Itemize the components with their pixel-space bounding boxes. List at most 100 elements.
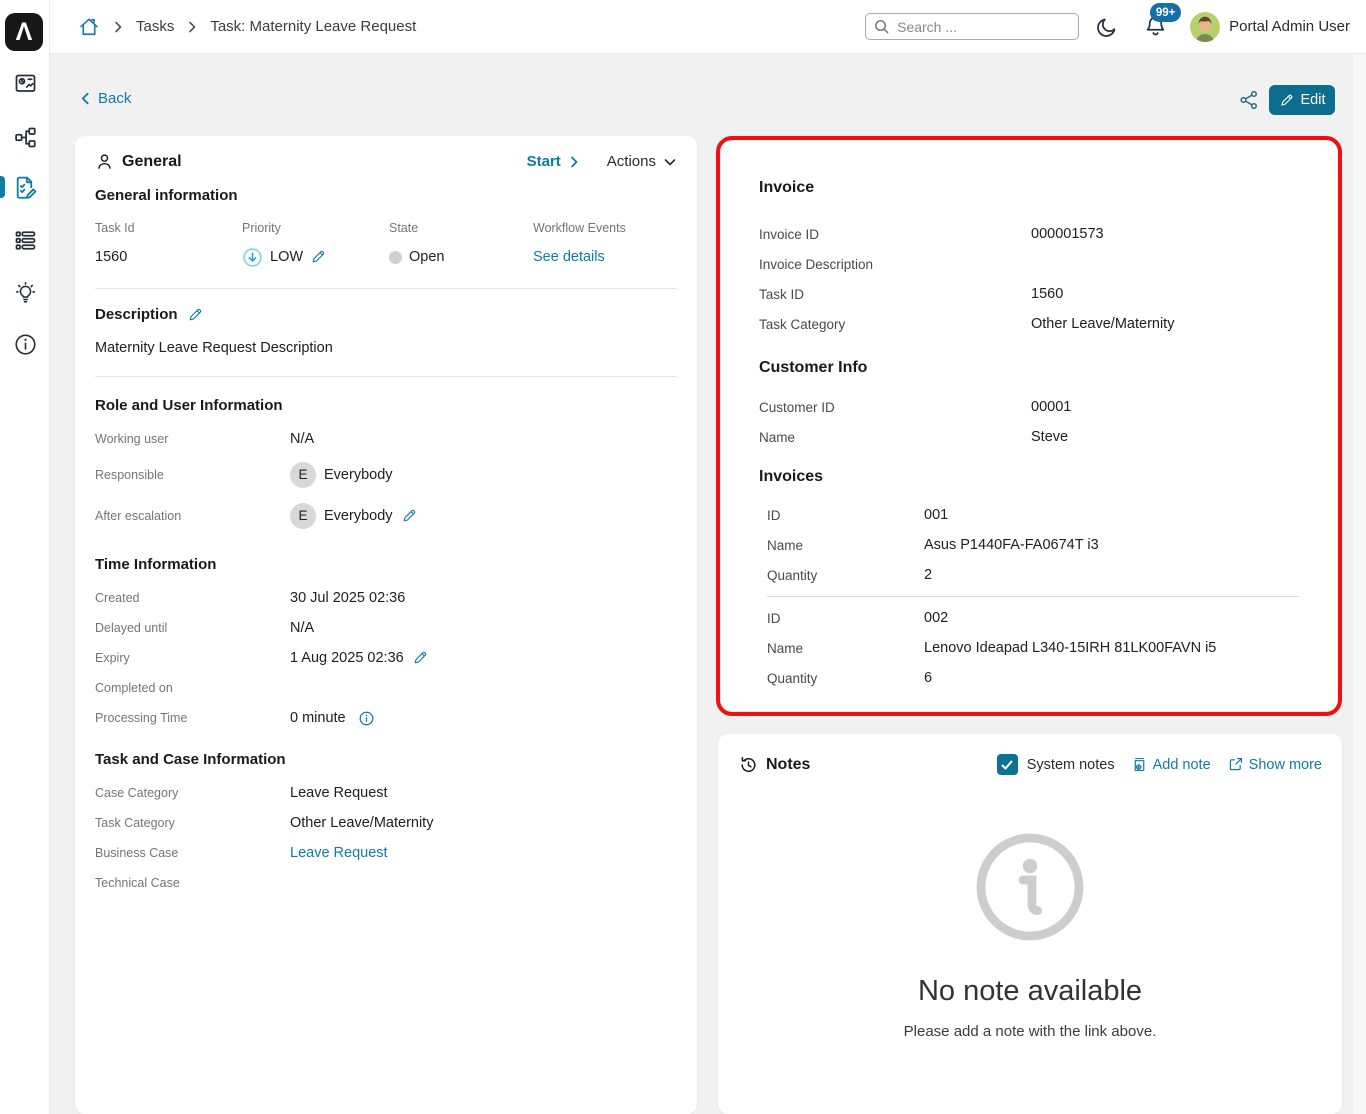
logo-glyph: Λ [16, 18, 33, 47]
add-note-link[interactable]: Add note [1131, 756, 1211, 773]
section-task-case: Task and Case Information [95, 751, 677, 768]
priority-low-icon [242, 247, 263, 268]
sidebar-item-cases[interactable] [0, 221, 50, 259]
field-row-after-escalation: After escalation E Everybody [95, 495, 677, 536]
field-label: Task Category [95, 816, 290, 830]
invoice-description-row: Invoice Description [759, 249, 1299, 279]
state-label: State [389, 221, 533, 235]
general-info-grid: Task Id 1560 Priority LOW [95, 221, 677, 268]
general-card-header: General Start Actions [95, 136, 677, 171]
show-more-label: Show more [1249, 757, 1322, 773]
field-label: ID [767, 508, 924, 523]
field-row-delayed-until: Delayed until N/A [95, 613, 677, 643]
field-label: ID [767, 611, 924, 626]
processes-icon [13, 125, 38, 150]
chevron-right-icon [185, 20, 199, 34]
pencil-icon [187, 307, 203, 323]
info-icon[interactable] [358, 710, 375, 727]
actions-menu-button[interactable]: Actions [607, 153, 677, 170]
breadcrumb-current: Task: Maternity Leave Request [210, 18, 416, 35]
field-value: Other Leave/Maternity [1031, 316, 1174, 332]
app-logo[interactable]: Λ [5, 13, 43, 51]
field-label: Working user [95, 432, 290, 446]
edit-priority-button[interactable] [310, 249, 326, 265]
chevron-right-icon [111, 20, 125, 34]
field-value: N/A [290, 620, 314, 636]
field-label: Customer ID [759, 400, 1031, 415]
edit-description-button[interactable] [187, 307, 203, 323]
back-label: Back [98, 90, 131, 107]
task-id-value: 1560 [95, 246, 242, 268]
user-avatar[interactable] [1190, 12, 1220, 42]
pencil-icon [1279, 93, 1294, 108]
business-case-link[interactable]: Leave Request [290, 845, 388, 861]
add-note-label: Add note [1153, 757, 1211, 773]
back-button[interactable]: Back [78, 90, 131, 107]
field-value: Everybody [324, 467, 393, 483]
dark-mode-toggle[interactable] [1095, 15, 1119, 39]
history-clock-icon [738, 755, 758, 775]
field-label: Quantity [767, 671, 924, 686]
section-role-user: Role and User Information [95, 397, 677, 414]
start-task-button[interactable]: Start [527, 153, 581, 170]
home-icon[interactable] [78, 16, 100, 38]
invoice-item: ID001 NameAsus P1440FA-FA0674T i3 Quanti… [767, 500, 1299, 590]
external-link-icon [1227, 756, 1244, 773]
divider [95, 288, 677, 289]
breadcrumb-tasks[interactable]: Tasks [136, 18, 174, 35]
see-details-link[interactable]: See details [533, 249, 605, 265]
edit-escalation-button[interactable] [401, 508, 417, 524]
priority-value: LOW [270, 249, 303, 265]
empty-title: No note available [918, 975, 1142, 1008]
system-notes-checkbox[interactable] [997, 754, 1018, 775]
pencil-icon [412, 650, 428, 666]
invoices-heading: Invoices [759, 468, 1299, 486]
edit-button[interactable]: Edit [1269, 85, 1335, 115]
field-value: 0 minute [290, 710, 346, 726]
actions-label: Actions [607, 153, 656, 170]
field-row-technical-case: Technical Case [95, 868, 677, 898]
field-label: Invoice ID [759, 227, 1031, 242]
field-row-completed-on: Completed on [95, 673, 677, 703]
field-row-task-category: Task Category Other Leave/Maternity [95, 808, 677, 838]
field-value: Everybody [324, 508, 393, 524]
field-label: Processing Time [95, 711, 290, 725]
check-icon [1000, 758, 1014, 772]
invoice-heading: Invoice [759, 179, 1299, 197]
invoice-item: ID002 NameLenovo Ideapad L340-15IRH 81LK… [767, 603, 1299, 693]
priority-label: Priority [242, 221, 389, 235]
search-input[interactable] [865, 13, 1079, 40]
field-row-responsible: Responsible E Everybody [95, 454, 677, 495]
share-button[interactable] [1238, 89, 1260, 111]
section-time-information: Time Information [95, 556, 677, 573]
customer-info-heading: Customer Info [759, 359, 1299, 377]
field-value: Lenovo Ideapad L340-15IRH 81LK00FAVN i5 [924, 640, 1216, 656]
invoice-items: ID001 NameAsus P1440FA-FA0674T i3 Quanti… [759, 500, 1299, 693]
global-search [865, 13, 1079, 40]
notifications-button[interactable]: 99+ [1143, 14, 1168, 39]
topbar: Tasks Task: Maternity Leave Request 99+ [50, 0, 1366, 54]
sidebar-item-processes[interactable] [0, 118, 50, 156]
user-menu[interactable]: Portal Admin User [1229, 18, 1350, 35]
state-open-dot-icon [389, 251, 402, 264]
sidebar-item-ideas[interactable] [0, 273, 50, 311]
field-label: Completed on [95, 681, 290, 695]
customer-id-row: Customer ID 00001 [759, 392, 1299, 422]
sidebar: Λ [0, 0, 50, 1114]
workflow-events-label: Workflow Events [533, 221, 677, 235]
dashboard-icon [13, 71, 38, 96]
field-label: Name [767, 641, 924, 656]
edit-expiry-button[interactable] [412, 650, 428, 666]
sidebar-item-dashboard[interactable] [0, 64, 50, 102]
field-value: 1560 [1031, 286, 1063, 302]
card-title: General [122, 153, 182, 171]
field-value: 1 Aug 2025 02:36 [290, 650, 404, 666]
show-more-link[interactable]: Show more [1227, 756, 1322, 773]
sidebar-item-info[interactable] [0, 325, 50, 363]
pencil-icon [310, 249, 326, 265]
sidebar-item-tasks[interactable] [0, 169, 50, 207]
note-add-icon [1131, 756, 1148, 773]
scrollbar-track[interactable] [1353, 54, 1366, 1114]
lightbulb-icon [13, 280, 38, 305]
field-label: Case Category [95, 786, 290, 800]
